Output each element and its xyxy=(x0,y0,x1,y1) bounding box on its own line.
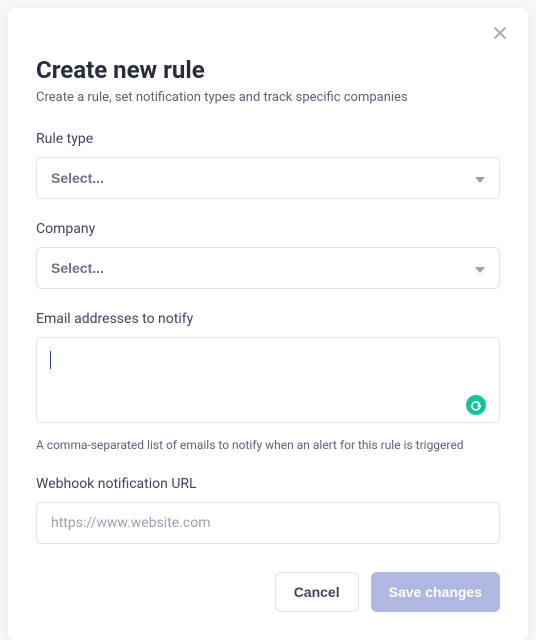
create-rule-modal: Create new rule Create a rule, set notif… xyxy=(8,8,528,640)
webhook-label: Webhook notification URL xyxy=(36,476,500,492)
modal-subtitle: Create a rule, set notification types an… xyxy=(36,89,500,107)
emails-field: Email addresses to notify A comma-separa… xyxy=(36,311,500,454)
modal-title: Create new rule xyxy=(36,56,500,85)
company-field: Company Select... xyxy=(36,221,500,289)
company-select[interactable]: Select... xyxy=(36,247,500,289)
rule-type-select[interactable]: Select... xyxy=(36,157,500,199)
emails-label: Email addresses to notify xyxy=(36,311,500,327)
close-button[interactable] xyxy=(490,24,510,44)
emails-input[interactable] xyxy=(36,337,500,423)
company-selected-value: Select... xyxy=(51,260,104,276)
text-cursor xyxy=(50,351,51,369)
webhook-input[interactable] xyxy=(36,502,500,544)
grammarly-icon xyxy=(466,395,486,415)
rule-type-selected-value: Select... xyxy=(51,170,104,186)
button-row: Cancel Save changes xyxy=(36,572,500,612)
save-changes-button[interactable]: Save changes xyxy=(371,572,500,612)
close-icon xyxy=(492,25,508,44)
caret-down-icon xyxy=(475,260,485,276)
cancel-button[interactable]: Cancel xyxy=(275,572,359,612)
company-label: Company xyxy=(36,221,500,237)
emails-help-text: A comma-separated list of emails to noti… xyxy=(36,437,500,454)
rule-type-label: Rule type xyxy=(36,131,500,147)
rule-type-field: Rule type Select... xyxy=(36,131,500,199)
caret-down-icon xyxy=(475,170,485,186)
webhook-field: Webhook notification URL xyxy=(36,476,500,544)
